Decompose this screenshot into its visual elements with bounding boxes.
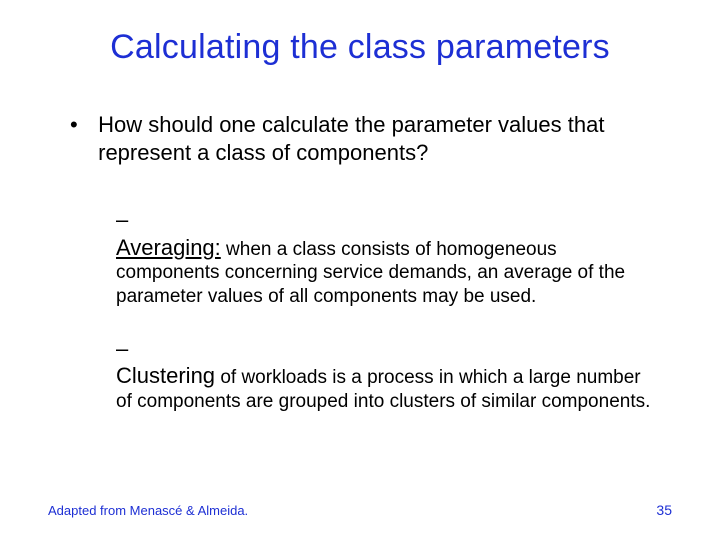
bullet-item-1: • How should one calculate the parameter…: [70, 111, 672, 166]
bullet-dot-icon: •: [70, 111, 92, 139]
slide: Calculating the class parameters • How s…: [0, 0, 720, 540]
slide-number: 35: [656, 502, 672, 518]
dash-icon: –: [116, 206, 136, 234]
subbullet-text: Averaging: when a class consists of homo…: [116, 234, 652, 309]
subbullet-item-1: – Averaging: when a class consists of ho…: [116, 206, 672, 309]
slide-body: • How should one calculate the parameter…: [48, 111, 672, 414]
subbullet-item-2: – Clustering of workloads is a process i…: [116, 335, 672, 414]
bullet-text: How should one calculate the parameter v…: [98, 111, 668, 166]
footer-attribution: Adapted from Menascé & Almeida.: [48, 503, 248, 518]
dash-icon: –: [116, 335, 136, 363]
subbullet-lead: Averaging:: [116, 235, 221, 260]
subbullet-text: Clustering of workloads is a process in …: [116, 362, 652, 414]
subbullet-lead: Clustering: [116, 363, 215, 388]
slide-title: Calculating the class parameters: [48, 28, 672, 67]
